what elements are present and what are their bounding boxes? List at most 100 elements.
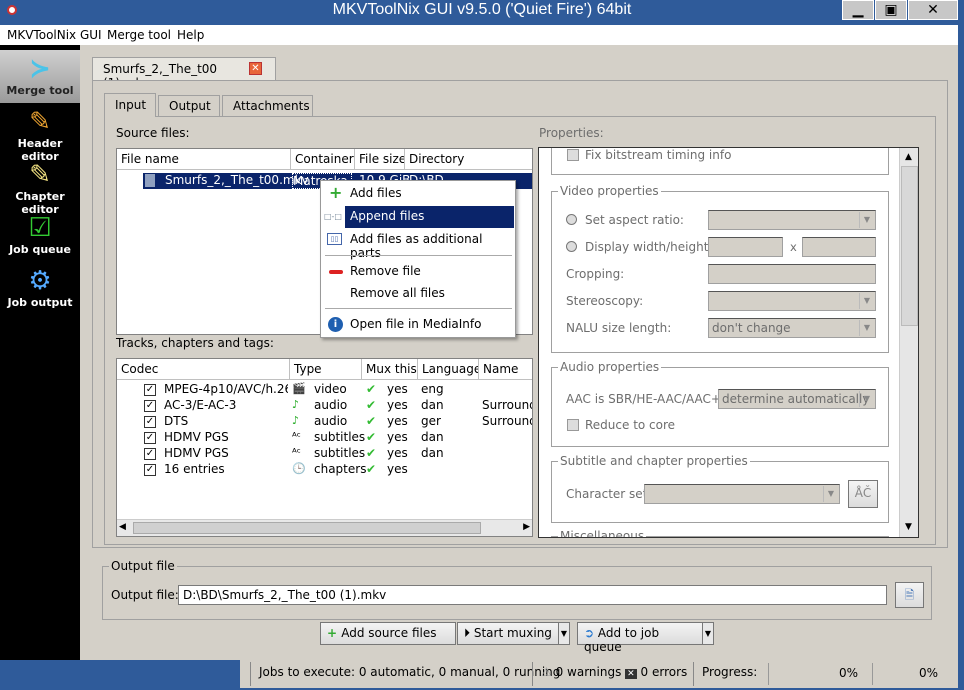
menu-item-mediainfo[interactable]: i Open file in MediaInfo [323, 314, 514, 336]
add-to-job-queue-dropdown[interactable]: ▼ [702, 622, 714, 645]
track-language: eng [421, 382, 444, 396]
scrollbar-thumb[interactable] [901, 166, 918, 326]
merge-icon: ≻ [29, 54, 51, 84]
sidebar-item-chapter-editor[interactable]: ✎ Chapter editor [0, 156, 80, 216]
close-button[interactable]: ✕ [908, 0, 958, 20]
mux-checkbox[interactable]: ✓ [144, 448, 156, 460]
tab-input[interactable]: Input [104, 93, 156, 117]
status-bar: Jobs to execute: 0 automatic, 0 manual, … [240, 660, 958, 688]
cropping-input[interactable] [708, 264, 876, 284]
column-type[interactable]: Type [290, 359, 362, 380]
audio-icon: ♪ [292, 414, 300, 427]
scroll-right-arrow[interactable]: ▶ [523, 522, 530, 532]
column-directory[interactable]: Directory [405, 149, 532, 170]
table-row[interactable]: ✓ HDMV PGS ᴬᶜ subtitles ✔ yes dan [117, 430, 532, 446]
sidebar-label: Job queue [9, 243, 71, 256]
scrollbar-thumb[interactable] [133, 522, 481, 534]
tab-attachments[interactable]: Attachments [222, 95, 313, 116]
menu-item-add-parts[interactable]: ▯▯ Add files as additional parts [323, 229, 514, 260]
menu-item-add-files[interactable]: + Add files [323, 183, 514, 205]
add-to-job-queue-button[interactable]: ➲ Add to job queue [577, 622, 703, 654]
start-muxing-dropdown[interactable]: ▼ [558, 622, 570, 645]
dropdown-arrow-icon: ▼ [859, 320, 874, 336]
menu-item-remove-file[interactable]: Remove file [323, 261, 514, 283]
fix-bitstream-label: Fix bitstream timing info [585, 148, 732, 162]
vertical-scrollbar[interactable]: ▲ ▼ [899, 148, 918, 537]
cropping-label: Cropping: [566, 267, 625, 281]
fix-bitstream-checkbox[interactable] [567, 149, 579, 161]
mux-checkbox[interactable]: ✓ [144, 416, 156, 428]
tab-output[interactable]: Output [158, 95, 220, 116]
add-source-files-button[interactable]: + Add source files [320, 622, 456, 645]
group-title: Miscellaneous [558, 529, 647, 537]
reduce-core-checkbox[interactable] [567, 419, 579, 431]
checkmark-icon: ✔ [366, 462, 377, 476]
output-file-group: Output file Output file: D:\BD\Smurfs_2,… [102, 559, 932, 620]
pencil-icon: ✎ [29, 107, 51, 137]
track-codec: 16 entries [164, 462, 225, 476]
mux-checkbox[interactable]: ✓ [144, 400, 156, 412]
menu-label: Remove file [350, 264, 421, 278]
menu-bar: MKVToolNix GUI Merge tool Help [0, 25, 958, 45]
sidebar-item-job-queue[interactable]: ☑ Job queue [0, 209, 80, 262]
sidebar-item-job-output[interactable]: ⚙ Job output [0, 262, 80, 315]
browse-button[interactable]: 🗎 [895, 582, 924, 608]
track-codec: AC-3/E-AC-3 [164, 398, 237, 412]
minimize-button[interactable]: ▁ [842, 0, 874, 20]
column-container[interactable]: Container [291, 149, 355, 170]
window-title: MKVToolNix GUI v9.5.0 ('Quiet Fire') 64b… [332, 1, 632, 18]
column-name[interactable]: Name [479, 359, 532, 380]
column-file-size[interactable]: File size [355, 149, 405, 170]
mux-checkbox[interactable]: ✓ [144, 384, 156, 396]
mux-checkbox[interactable]: ✓ [144, 432, 156, 444]
menu-label: Open file in MediaInfo [350, 317, 482, 331]
audio-icon: ♪ [292, 398, 300, 411]
scroll-left-arrow[interactable]: ◀ [119, 522, 126, 532]
sidebar-item-merge-tool[interactable]: ≻ Merge tool [0, 50, 80, 103]
menu-help[interactable]: Help [177, 28, 204, 42]
context-menu: + Add files □-□ Append files ▯▯ Add files a… [320, 180, 516, 338]
track-language: dan [421, 446, 444, 460]
mux-checkbox[interactable]: ✓ [144, 464, 156, 476]
start-muxing-button[interactable]: ⏵ Start muxing [457, 622, 559, 645]
column-mux[interactable]: Mux this [362, 359, 418, 380]
nalu-combo[interactable]: don't change ▼ [708, 318, 876, 338]
aspect-radio[interactable] [566, 214, 577, 225]
maximize-button[interactable]: ▣ [875, 0, 907, 20]
menu-merge-tool[interactable]: Merge tool [107, 28, 171, 42]
table-row[interactable]: ✓ MPEG-4p10/AVC/h.264 🎬 video ✔ yes eng [117, 382, 532, 398]
stereoscopy-combo[interactable]: ▼ [708, 291, 876, 311]
menu-item-append-files[interactable]: □-□ Append files [321, 206, 514, 228]
sidebar-item-header-editor[interactable]: ✎ Header editor [0, 103, 80, 163]
table-row[interactable]: ✓ DTS ♪ audio ✔ yes ger Surround [117, 414, 532, 430]
menu-item-remove-all[interactable]: Remove all files [323, 283, 514, 305]
document-tab[interactable]: Smurfs_2,_The_t00 (1).mkv ✕ [92, 57, 276, 90]
warnings-status[interactable]: ⚠ 0 warnings ✕ 0 errors [532, 662, 695, 686]
column-file-name[interactable]: File name [117, 149, 291, 170]
horizontal-scrollbar[interactable]: ◀ ▶ [117, 519, 532, 536]
display-radio[interactable] [566, 241, 577, 252]
checkmark-icon: ✔ [366, 414, 377, 428]
column-codec[interactable]: Codec [117, 359, 290, 380]
aspect-ratio-combo[interactable]: ▼ [708, 210, 876, 230]
table-row[interactable]: ✓ HDMV PGS ᴬᶜ subtitles ✔ yes dan [117, 446, 532, 462]
table-row[interactable]: ✓ AC-3/E-AC-3 ♪ audio ✔ yes dan Surround [117, 398, 532, 414]
track-name: Surround [482, 414, 532, 428]
charset-preview-button[interactable]: ÅČ [848, 480, 878, 508]
aac-combo[interactable]: determine automatically ▼ [718, 389, 876, 409]
output-file-label: Output file: [111, 588, 179, 602]
table-row[interactable]: ✓ 16 entries 🕒 chapters ✔ yes [117, 462, 532, 478]
checklist-icon: ☑ [28, 213, 52, 243]
charset-combo[interactable]: ▼ [644, 484, 840, 504]
tracks-table[interactable]: Codec Type Mux this Language Name ✓ MPEG… [116, 358, 533, 537]
track-mux: yes [387, 430, 408, 444]
track-mux: yes [387, 382, 408, 396]
menu-mkvtoolnix[interactable]: MKVToolNix GUI [7, 28, 102, 42]
scroll-up-arrow[interactable]: ▲ [905, 152, 912, 162]
column-language[interactable]: Language [418, 359, 479, 380]
display-height-input[interactable] [802, 237, 876, 257]
scroll-down-arrow[interactable]: ▼ [905, 522, 912, 532]
display-width-input[interactable] [708, 237, 783, 257]
output-file-input[interactable]: D:\BD\Smurfs_2,_The_t00 (1).mkv [178, 585, 887, 605]
close-tab-icon[interactable]: ✕ [249, 62, 262, 75]
